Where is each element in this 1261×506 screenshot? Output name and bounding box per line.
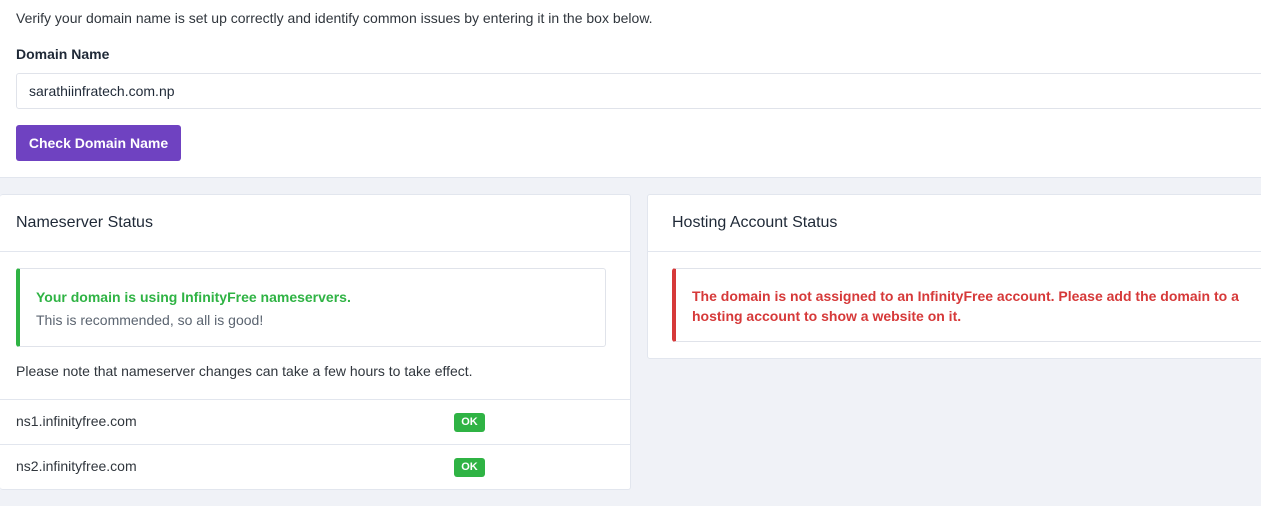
hosting-status-header: Hosting Account Status bbox=[648, 195, 1261, 252]
intro-text: Verify your domain name is set up correc… bbox=[16, 10, 653, 26]
nameserver-note: Please note that nameserver changes can … bbox=[16, 363, 473, 379]
nameserver-row: ns2.infinityfree.com OK bbox=[0, 444, 630, 489]
domain-checker-panel: Verify your domain name is set up correc… bbox=[0, 0, 1261, 178]
hosting-account-status-card: Hosting Account Status The domain is not… bbox=[647, 194, 1261, 359]
nameserver-name: ns2.infinityfree.com bbox=[16, 458, 137, 474]
nameserver-row: ns1.infinityfree.com OK bbox=[0, 399, 630, 444]
domain-name-input[interactable] bbox=[16, 73, 1261, 109]
hosting-status-title: Hosting Account Status bbox=[672, 214, 838, 231]
check-domain-button[interactable]: Check Domain Name bbox=[16, 125, 181, 161]
nameserver-status-title: Nameserver Status bbox=[16, 214, 153, 231]
nameserver-status-card: Nameserver Status Your domain is using I… bbox=[0, 194, 631, 490]
nameserver-alert-title: Your domain is using InfinityFree namese… bbox=[36, 289, 351, 305]
nameserver-status-header: Nameserver Status bbox=[0, 195, 630, 252]
domain-name-label: Domain Name bbox=[16, 46, 110, 62]
nameserver-alert-text: This is recommended, so all is good! bbox=[36, 312, 264, 328]
status-badge: OK bbox=[454, 413, 485, 432]
status-badge: OK bbox=[454, 458, 485, 477]
hosting-danger-alert: The domain is not assigned to an Infinit… bbox=[672, 268, 1261, 342]
nameserver-success-alert: Your domain is using InfinityFree namese… bbox=[16, 268, 606, 347]
hosting-alert-text: The domain is not assigned to an Infinit… bbox=[692, 288, 1239, 324]
nameserver-name: ns1.infinityfree.com bbox=[16, 413, 137, 429]
